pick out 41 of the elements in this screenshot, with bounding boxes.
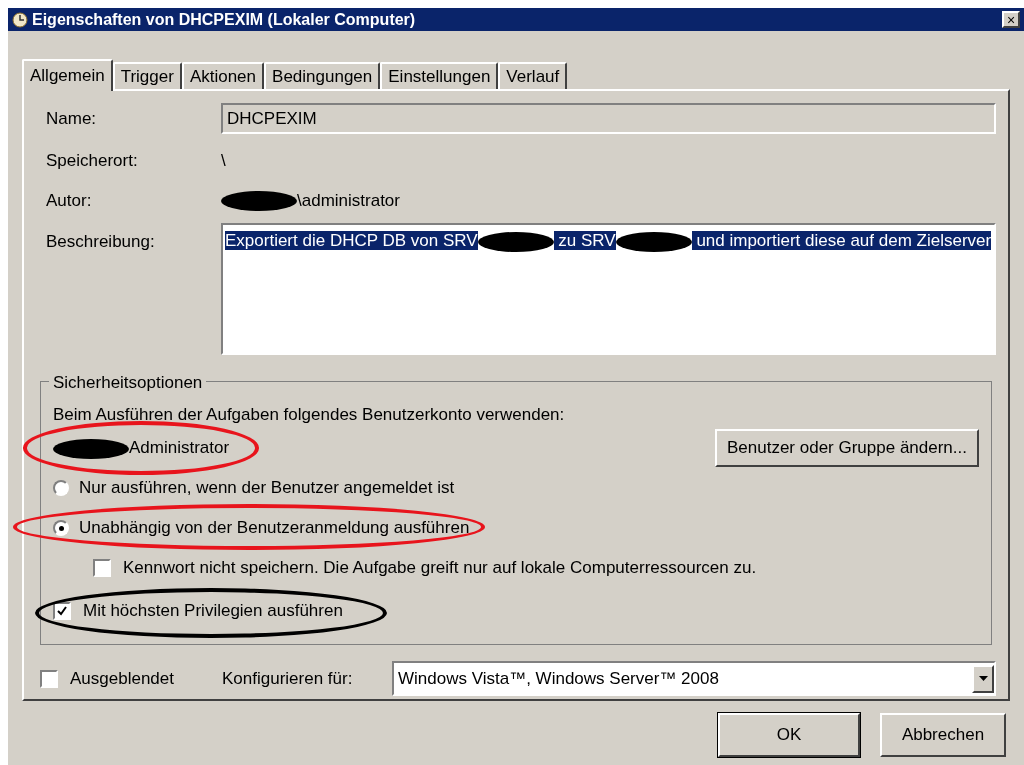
value-text: und importiert diese auf dem Zielserver — [691, 231, 992, 250]
location-value: \ — [221, 150, 227, 172]
checkmark-icon — [56, 605, 68, 617]
option-label: Kennwort nicht speichern. Die Aufgabe greift nur auf lokale Computerressourcen zu. — [123, 557, 757, 580]
radio-button[interactable] — [53, 480, 69, 496]
radio-button[interactable] — [53, 520, 69, 536]
dialog-button[interactable]: OK — [718, 713, 860, 757]
checkbox[interactable] — [40, 669, 58, 688]
tab[interactable]: Trigger — [112, 62, 182, 89]
window-title: Eigenschaften von DHCPEXIM (Lokaler Computer) — [32, 9, 417, 30]
caret-icon — [978, 676, 988, 681]
field-label: Speicherort: — [46, 150, 139, 172]
value-text: Administrator — [129, 438, 230, 458]
description-field[interactable]: Exportiert die DHCP DB von SRV zu SRV und importiert diese auf dem Zielserver — [221, 223, 996, 355]
field-label: Konfigurieren für: — [222, 667, 354, 690]
value-text: Exportiert die DHCP DB von SRV — [225, 231, 478, 250]
checkbox[interactable] — [93, 559, 111, 577]
field-label: Name: — [46, 107, 98, 130]
dropdown-value: Windows Vista™, Windows Server™ 2008 — [398, 667, 720, 690]
checkbox[interactable] — [53, 602, 71, 620]
tab[interactable]: Allgemein — [22, 59, 113, 91]
value-text: zu SRV — [553, 231, 616, 250]
tab[interactable]: Bedingungen — [264, 62, 381, 89]
dialog-button[interactable]: Abbrechen — [880, 713, 1006, 757]
configure-dropdown[interactable]: Windows Vista™, Windows Server™ 2008 — [392, 661, 996, 696]
tab[interactable]: Verlauf — [498, 62, 568, 89]
tab[interactable]: Aktionen — [181, 62, 265, 89]
clock-icon — [12, 11, 28, 28]
field-label: Autor: — [46, 189, 93, 212]
field-label: Beschreibung: — [46, 231, 156, 253]
tab[interactable]: Einstellungen — [380, 62, 499, 89]
option-label: Ausgeblendet — [70, 667, 175, 690]
dropdown-arrow-button[interactable] — [972, 664, 994, 693]
option-label: Nur ausführen, wenn der Benutzer angemeldet ist — [79, 477, 455, 500]
option-label: Unabhängig von der Benutzeranmeldung ausführen — [79, 517, 470, 540]
option-label: Mit höchsten Privilegien ausführen — [83, 600, 343, 623]
value-text: \administrator — [297, 190, 400, 210]
account-prompt: Beim Ausführen der Aufgaben folgendes Benutzerkonto verwenden: — [53, 404, 566, 426]
close-button[interactable]: × — [1002, 11, 1020, 28]
name-field[interactable]: DHCPEXIM — [221, 103, 996, 134]
change-user-button[interactable]: Benutzer oder Gruppe ändern... — [714, 429, 979, 467]
